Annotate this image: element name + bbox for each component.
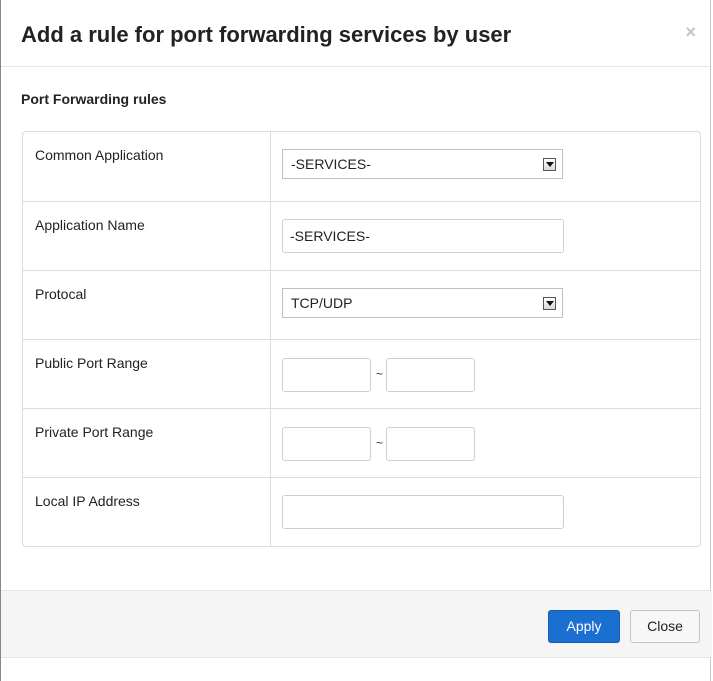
public-port-range-label: Public Port Range <box>35 355 148 371</box>
dialog-footer: Apply Close <box>1 590 712 658</box>
private-port-end-input[interactable] <box>386 427 475 461</box>
application-name-input[interactable]: -SERVICES- <box>282 219 564 253</box>
common-application-label: Common Application <box>35 147 164 163</box>
public-port-start-input[interactable] <box>282 358 371 392</box>
row-protocol: Protocal TCP/UDP <box>23 270 700 339</box>
common-application-value: -SERVICES- <box>291 156 371 172</box>
range-separator: ~ <box>376 436 384 450</box>
application-name-label: Application Name <box>35 217 145 233</box>
row-application-name: Application Name -SERVICES- <box>23 201 700 270</box>
protocol-label: Protocal <box>35 286 87 302</box>
public-port-end-input[interactable] <box>386 358 475 392</box>
common-application-select[interactable]: -SERVICES- <box>282 149 563 179</box>
row-common-application: Common Application -SERVICES- <box>23 132 700 201</box>
private-port-start-input[interactable] <box>282 427 371 461</box>
apply-button[interactable]: Apply <box>548 610 620 643</box>
rules-table: Common Application -SERVICES- Applicatio… <box>22 131 701 547</box>
dialog-header: Add a rule for port forwarding services … <box>1 0 710 67</box>
dropdown-arrow-icon[interactable] <box>543 158 556 171</box>
protocol-value: TCP/UDP <box>291 295 353 311</box>
dialog-title: Add a rule for port forwarding services … <box>21 22 512 47</box>
row-private-port-range: Private Port Range ~ <box>23 408 700 477</box>
local-ip-address-input[interactable] <box>282 495 564 529</box>
private-port-range-label: Private Port Range <box>35 424 154 440</box>
dropdown-arrow-icon[interactable] <box>543 297 556 310</box>
range-separator: ~ <box>376 367 384 381</box>
row-local-ip-address: Local IP Address <box>23 477 700 546</box>
section-title: Port Forwarding rules <box>21 91 167 107</box>
close-button[interactable]: Close <box>630 610 700 643</box>
close-icon[interactable]: × <box>685 22 696 42</box>
port-forwarding-dialog: Add a rule for port forwarding services … <box>0 0 712 681</box>
protocol-select[interactable]: TCP/UDP <box>282 288 563 318</box>
local-ip-address-label: Local IP Address <box>35 493 140 509</box>
row-public-port-range: Public Port Range ~ <box>23 339 700 408</box>
